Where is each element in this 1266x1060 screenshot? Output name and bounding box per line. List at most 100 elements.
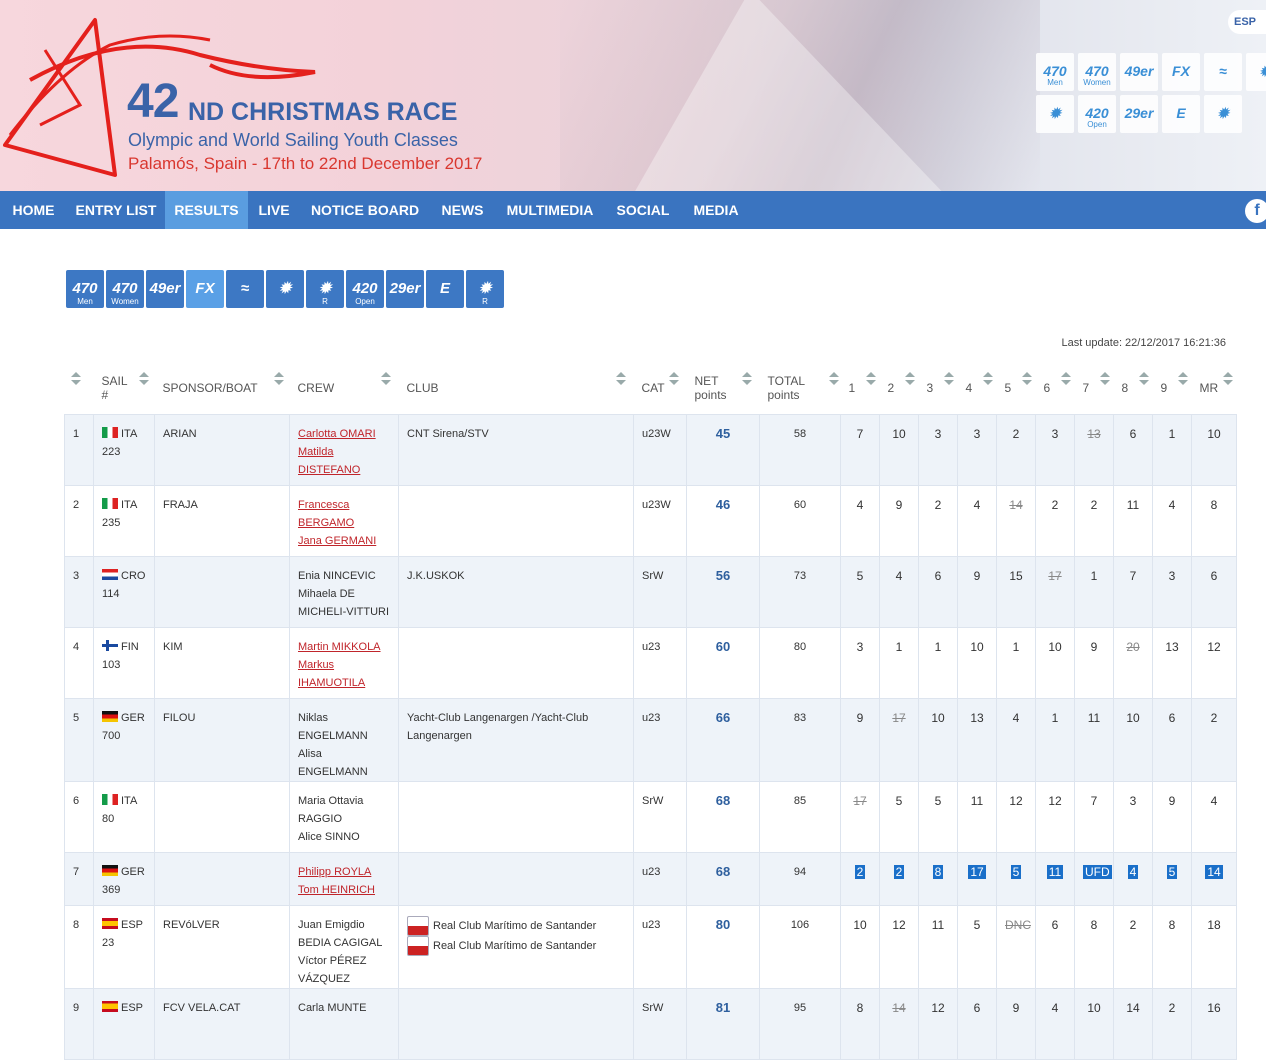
header-race-5[interactable]: 5 — [997, 362, 1036, 415]
header-race-2[interactable]: 2 — [880, 362, 919, 415]
nav-social[interactable]: SOCIAL — [605, 191, 681, 229]
header-race-6[interactable]: 6 — [1036, 362, 1075, 415]
cell-race-score: 4 — [1191, 781, 1237, 853]
header-class-49er-icon[interactable]: 49er — [1120, 53, 1158, 91]
header-club[interactable]: CLUB — [399, 362, 634, 415]
cell-sail: GER 700 — [93, 698, 155, 782]
header-race-7[interactable]: 7 — [1075, 362, 1114, 415]
crew-link[interactable]: Martin MIKKOLA — [298, 641, 381, 653]
race-score: 17 — [1048, 569, 1062, 583]
nav-live[interactable]: LIVE — [248, 191, 300, 229]
sail-number: 103 — [102, 659, 121, 671]
facebook-icon[interactable]: f — [1245, 199, 1266, 223]
cell-cat: SrW — [633, 781, 687, 853]
header-class-laser-icon[interactable]: ✹ — [1246, 53, 1266, 91]
cell-race-score: 12 — [996, 781, 1036, 853]
header-race-4[interactable]: 4 — [958, 362, 997, 415]
nav-home[interactable]: HOME — [0, 191, 67, 229]
table-row[interactable]: 1 ITA 223 ARIAN Carlotta OMARI Matilda DISTEF… — [64, 414, 1237, 486]
race-score: 2 — [854, 865, 866, 879]
race-score: 2 — [934, 498, 942, 512]
cell-race-score: 12 — [1191, 627, 1237, 699]
table-row[interactable]: 5 GER 700 FILOU Niklas ENGELMANN Alisa ENGELM… — [64, 698, 1237, 782]
class-49er-button[interactable]: 49er — [146, 270, 184, 308]
class-label: ✹ — [478, 280, 492, 297]
cell-race-score: 6 — [918, 556, 958, 628]
header-class-470-women-icon[interactable]: 470 Women — [1078, 53, 1116, 91]
race-score: 1 — [934, 640, 942, 654]
cell-cat: SrW — [633, 556, 687, 628]
cell-race-score: 12 — [879, 905, 919, 989]
header-race-9[interactable]: 9 — [1153, 362, 1192, 415]
class-sub: Women — [111, 297, 139, 306]
cell-race-score: 12 — [918, 988, 958, 1060]
header-label: CAT — [641, 381, 665, 395]
cell-net-points: 68 — [686, 852, 760, 906]
header-class-420-open-icon[interactable]: 420 Open — [1078, 95, 1116, 133]
class-windsurf-button[interactable]: ≈ — [226, 270, 264, 308]
nav-results[interactable]: RESULTS — [165, 191, 248, 229]
class-470-men-button[interactable]: 470 Men — [66, 270, 104, 308]
header-total[interactable]: TOTAL points — [760, 362, 841, 415]
header-class-laser-radial-icon[interactable]: ✹ — [1036, 95, 1074, 133]
table-row[interactable]: 9 ESP FCV VELA.CAT Carla MUNTE SrW 81 95 8 14 12 6… — [64, 988, 1237, 1060]
cell-club — [398, 781, 634, 853]
header-sponsor[interactable]: SPONSOR/BOAT — [155, 362, 290, 415]
header-crew[interactable]: CREW — [290, 362, 399, 415]
class-laser-radial-button[interactable]: ✹ R — [306, 270, 344, 308]
header-pos[interactable] — [65, 362, 94, 415]
nav-entry-list[interactable]: ENTRY LIST — [67, 191, 165, 229]
header-class-europe-icon[interactable]: E — [1162, 95, 1200, 133]
race-score: 6 — [973, 1001, 981, 1015]
class-fx-button[interactable]: FX — [186, 270, 224, 308]
header-class-470-men-icon[interactable]: 470 Men — [1036, 53, 1074, 91]
crew-link[interactable]: Markus IHAMUOTILA — [298, 659, 365, 689]
class-29er-button[interactable]: 29er — [386, 270, 424, 308]
header-race-mr[interactable]: MR — [1192, 362, 1237, 415]
crew-link[interactable]: Francesca BERGAMO — [298, 499, 354, 529]
table-row[interactable]: 3 CRO 114 Enia NINCEVIC Mihaela DE MICHELI-V… — [64, 556, 1237, 628]
crew-link[interactable]: Jana GERMANI — [298, 535, 376, 547]
cell-race-score: 3 — [1113, 781, 1153, 853]
header-race-1[interactable]: 1 — [841, 362, 880, 415]
race-score: 10 — [1126, 711, 1140, 725]
class-sub: Open — [355, 297, 375, 306]
crew-link[interactable]: Carlotta OMARI — [298, 428, 376, 440]
header-class-windsurf-icon[interactable]: ≈ — [1204, 53, 1242, 91]
class-420-open-button[interactable]: 420 Open — [346, 270, 384, 308]
language-button[interactable]: ESP — [1228, 10, 1266, 34]
crew-link[interactable]: Tom HEINRICH — [298, 884, 375, 896]
cell-race-score: 11 — [918, 905, 958, 989]
crew-link[interactable]: Philipp ROYLA — [298, 866, 371, 878]
header-sail[interactable]: SAIL # — [94, 362, 155, 415]
cell-net-points: 66 — [686, 698, 760, 782]
race-score: 13 — [1165, 640, 1179, 654]
nav-notice-board[interactable]: NOTICE BOARD — [300, 191, 430, 229]
header-race-8[interactable]: 8 — [1114, 362, 1153, 415]
race-score: 13 — [970, 711, 984, 725]
cell-net-points: 46 — [686, 485, 760, 557]
header-net[interactable]: NET points — [687, 362, 760, 415]
race-score: DNC — [1005, 918, 1031, 932]
table-row[interactable]: 8 ESP 23 REVóLVER Juan Emigdio BEDIA CAGIGAL… — [64, 905, 1237, 989]
class-label: 49er — [149, 280, 181, 297]
header-class-29er-icon[interactable]: 29er — [1120, 95, 1158, 133]
nav-news[interactable]: NEWS — [430, 191, 495, 229]
table-row[interactable]: 4 FIN 103 KIM Martin MIKKOLA Markus IHAMUOTIL… — [64, 627, 1237, 699]
class-laser-button[interactable]: ✹ — [266, 270, 304, 308]
table-row[interactable]: 2 ITA 235 FRAJA Francesca BERGAMO Jana GERMAN… — [64, 485, 1237, 557]
club-name: Yacht-Club Langenargen /Yacht-Club Lange… — [407, 712, 589, 742]
nav-media[interactable]: MEDIA — [681, 191, 751, 229]
nav-multimedia[interactable]: MULTIMEDIA — [495, 191, 605, 229]
class-470-women-button[interactable]: 470 Women — [106, 270, 144, 308]
header-cat[interactable]: CAT — [634, 362, 687, 415]
header-label: 7 — [1082, 381, 1090, 395]
header-class-laser-radial-2-icon[interactable]: ✹ — [1204, 95, 1242, 133]
crew-link[interactable]: Matilda DISTEFANO — [298, 446, 360, 476]
table-row[interactable]: 7 GER 369 Philipp ROYLA Tom HEINRICH u23 68 94 2… — [64, 852, 1237, 906]
class-laser-radial-2-button[interactable]: ✹ R — [466, 270, 504, 308]
table-row[interactable]: 6 ITA 80 Maria Ottavia RAGGIO Alice SINNO SrW… — [64, 781, 1237, 853]
header-race-3[interactable]: 3 — [919, 362, 958, 415]
class-europe-button[interactable]: E — [426, 270, 464, 308]
header-class-fx-icon[interactable]: FX — [1162, 53, 1200, 91]
